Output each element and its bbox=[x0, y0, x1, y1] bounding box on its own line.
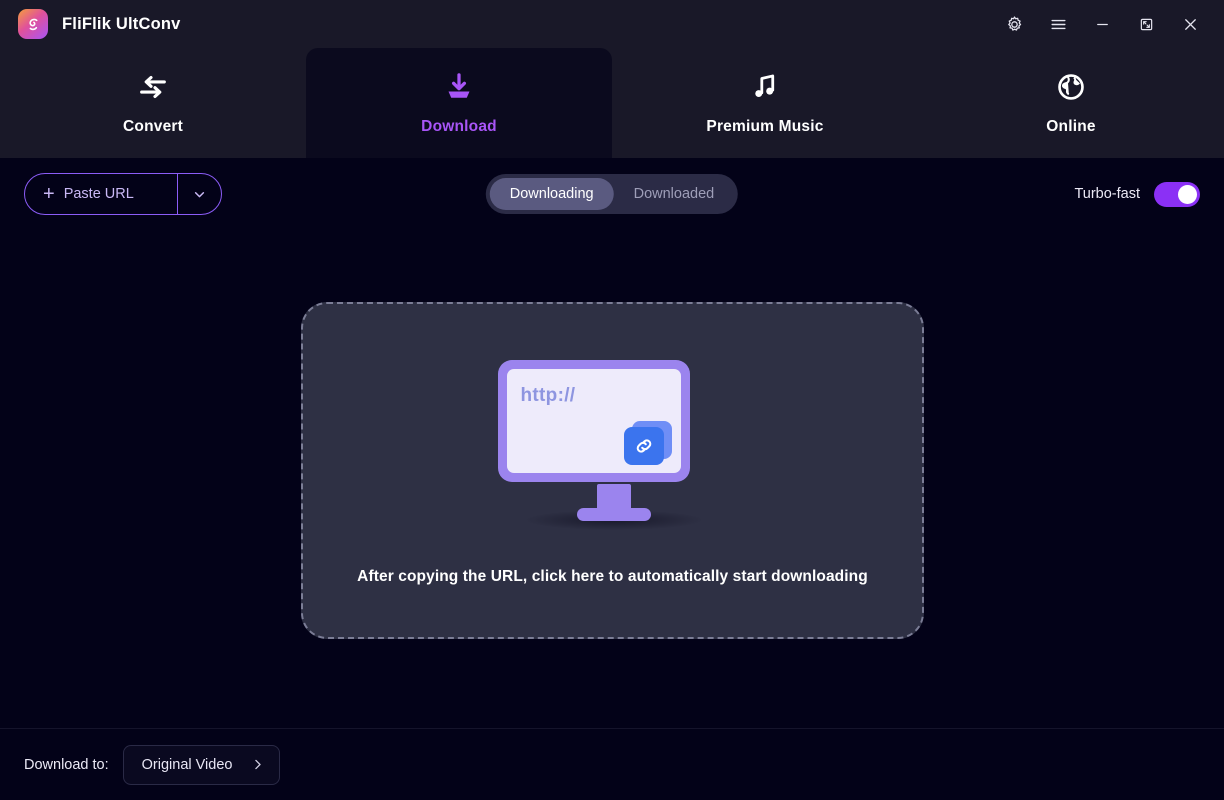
paste-url-control: + Paste URL bbox=[24, 173, 222, 215]
paste-url-button[interactable]: + Paste URL bbox=[25, 174, 177, 214]
turbo-fast-label: Turbo-fast bbox=[1074, 186, 1140, 202]
tab-downloaded[interactable]: Downloaded bbox=[614, 178, 735, 210]
tab-premium-music[interactable]: Premium Music bbox=[612, 48, 918, 158]
hamburger-menu-icon bbox=[1050, 19, 1066, 29]
settings-button[interactable] bbox=[994, 7, 1034, 41]
main-content: http:// After copying the URL, click her… bbox=[0, 230, 1224, 728]
minimize-icon bbox=[1096, 23, 1108, 25]
tab-convert-label: Convert bbox=[123, 118, 183, 135]
monitor-body: http:// bbox=[497, 360, 690, 482]
close-button[interactable] bbox=[1170, 7, 1210, 41]
gear-icon bbox=[1007, 15, 1021, 31]
paste-url-dropdown-button[interactable] bbox=[177, 174, 221, 214]
plus-icon: + bbox=[43, 182, 55, 205]
screen-url-text: http:// bbox=[520, 385, 576, 406]
download-to-label: Download to: bbox=[24, 756, 109, 773]
download-destination-button[interactable]: Original Video bbox=[122, 744, 281, 785]
main-tab-bar: Convert Download Premium Music Online bbox=[0, 48, 1224, 158]
tab-download-label: Download bbox=[421, 118, 497, 135]
tab-premium-music-label: Premium Music bbox=[706, 118, 824, 135]
bottom-bar: Download to: Original Video bbox=[0, 728, 1224, 800]
monitor-neck bbox=[596, 484, 631, 512]
tab-download[interactable]: Download bbox=[306, 48, 612, 158]
maximize-button[interactable] bbox=[1126, 7, 1166, 41]
fliflik-logo-icon bbox=[18, 9, 48, 39]
monitor-illustration: http:// bbox=[497, 360, 728, 530]
tab-downloading[interactable]: Downloading bbox=[489, 178, 614, 210]
url-dropzone[interactable]: http:// After copying the URL, click her… bbox=[301, 302, 924, 639]
menu-button[interactable] bbox=[1038, 7, 1078, 41]
dropzone-hint: After copying the URL, click here to aut… bbox=[357, 568, 868, 585]
download-destination-value: Original Video bbox=[141, 756, 233, 773]
tab-online-label: Online bbox=[1046, 118, 1096, 135]
chevron-right-icon bbox=[255, 759, 262, 770]
tab-online[interactable]: Online bbox=[918, 48, 1224, 158]
monitor-screen: http:// bbox=[506, 369, 681, 473]
app-title: FliFlik UltConv bbox=[62, 14, 181, 33]
turbo-fast-control: Turbo-fast bbox=[1074, 181, 1200, 207]
tab-convert[interactable]: Convert bbox=[0, 48, 306, 158]
link-card bbox=[623, 421, 672, 465]
paste-url-label: Paste URL bbox=[63, 186, 134, 202]
window-controls bbox=[994, 7, 1210, 41]
download-status-tabs: Downloading Downloaded bbox=[485, 174, 739, 214]
toggle-knob bbox=[1178, 184, 1197, 204]
restore-window-icon bbox=[1140, 18, 1152, 30]
close-icon bbox=[1184, 18, 1196, 30]
chevron-down-icon bbox=[194, 191, 205, 197]
brand: FliFlik UltConv bbox=[18, 9, 181, 39]
turbo-fast-toggle[interactable] bbox=[1154, 181, 1200, 207]
convert-arrows-icon bbox=[136, 70, 170, 104]
chain-link-icon bbox=[623, 427, 664, 465]
download-arrow-icon bbox=[442, 70, 476, 104]
music-note-icon bbox=[749, 70, 781, 104]
download-toolbar: + Paste URL Downloading Downloaded Turbo… bbox=[0, 158, 1224, 230]
minimize-button[interactable] bbox=[1082, 7, 1122, 41]
app-window: FliFlik UltConv Convert Download Premium… bbox=[0, 0, 1224, 800]
title-bar: FliFlik UltConv bbox=[0, 0, 1224, 48]
globe-icon bbox=[1055, 70, 1087, 104]
